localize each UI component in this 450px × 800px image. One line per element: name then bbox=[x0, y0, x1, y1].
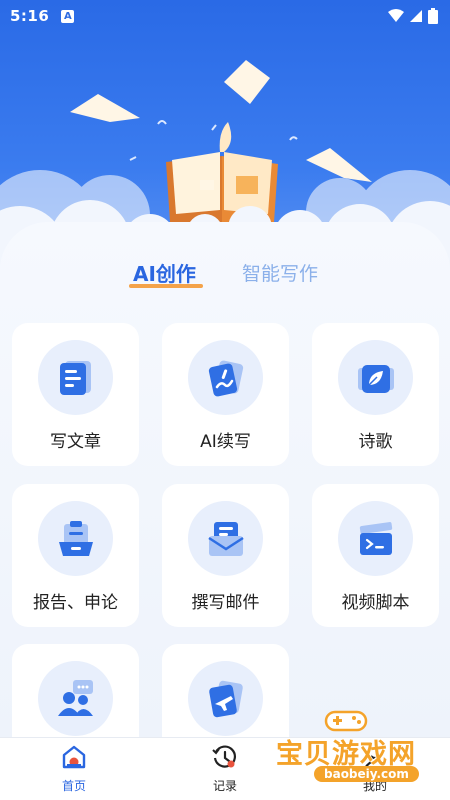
clapperboard-icon bbox=[359, 521, 392, 555]
paper-top bbox=[224, 60, 270, 104]
tile-icon-bg bbox=[38, 661, 113, 736]
notification-app-icon: A bbox=[61, 9, 75, 23]
home-icon bbox=[62, 745, 86, 769]
tile-poetry[interactable]: 诗歌 bbox=[312, 323, 439, 466]
plane-card-icon bbox=[208, 680, 243, 717]
history-icon bbox=[212, 745, 236, 768]
wifi-icon bbox=[388, 9, 404, 22]
tile-write-article[interactable]: 写文章 bbox=[12, 323, 139, 466]
tile-icon-bg bbox=[188, 501, 263, 576]
nav-home-label: 首页 bbox=[61, 779, 86, 793]
tile-label: 写文章 bbox=[50, 432, 101, 452]
active-tab-indicator bbox=[129, 284, 203, 288]
nav-record-label: 记录 bbox=[212, 779, 237, 793]
tile-ai-continue[interactable]: AI续写 bbox=[162, 323, 289, 466]
tile-dialogue[interactable] bbox=[12, 644, 139, 737]
tile-video-script[interactable]: 视频脚本 bbox=[312, 484, 439, 627]
tile-icon-bg bbox=[38, 501, 113, 576]
tab-ai-creation[interactable]: AI创作 bbox=[133, 258, 196, 287]
pen-card-icon bbox=[208, 360, 243, 396]
tile-icon-bg bbox=[188, 661, 263, 736]
battery-icon bbox=[428, 8, 438, 24]
tile-write-email[interactable]: 撰写邮件 bbox=[162, 484, 289, 627]
tile-icon-bg bbox=[188, 340, 263, 415]
paper-right bbox=[306, 148, 372, 182]
tab-bar: AI创作 智能写作 bbox=[0, 258, 450, 298]
tile-label: 诗歌 bbox=[358, 432, 393, 452]
tile-icon-bg bbox=[38, 340, 113, 415]
document-icon bbox=[59, 360, 91, 395]
tile-icon-bg bbox=[338, 340, 413, 415]
status-bar: 5:16 A bbox=[0, 0, 450, 32]
tab-smart-writing[interactable]: 智能写作 bbox=[242, 259, 318, 286]
watermark: 宝贝游戏网 baobeiy.com bbox=[276, 706, 446, 794]
nav-record[interactable]: 记录 bbox=[195, 744, 255, 794]
tile-label: 报告、申论 bbox=[33, 593, 118, 613]
book-illustration bbox=[166, 122, 278, 222]
leaf-card-icon bbox=[357, 364, 394, 393]
paper-left bbox=[70, 94, 140, 122]
status-icons bbox=[388, 8, 438, 24]
tile-label: 视频脚本 bbox=[341, 593, 410, 613]
tile-travel[interactable] bbox=[162, 644, 289, 737]
nav-home[interactable]: 首页 bbox=[44, 744, 104, 794]
status-time: 5:16 bbox=[10, 7, 50, 25]
envelope-icon bbox=[207, 521, 244, 556]
tile-label: AI续写 bbox=[200, 432, 251, 452]
tile-icon-bg bbox=[338, 501, 413, 576]
watermark-url: baobeiy.com bbox=[314, 766, 419, 782]
clipboard-icon bbox=[58, 520, 93, 556]
people-chat-icon bbox=[57, 679, 93, 716]
signal-icon bbox=[410, 10, 422, 22]
tile-label: 撰写邮件 bbox=[191, 593, 260, 613]
tile-report-essay[interactable]: 报告、申论 bbox=[12, 484, 139, 627]
